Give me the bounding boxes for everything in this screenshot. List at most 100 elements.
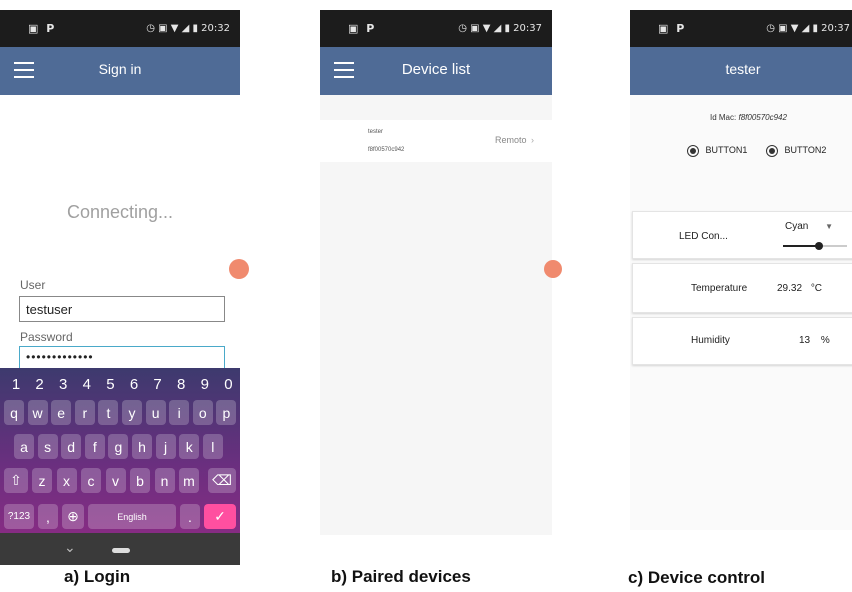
symbols-key[interactable]: ?123	[4, 504, 34, 529]
button1-radio[interactable]: BUTTON1	[687, 145, 747, 157]
device-list-screen: ▣ P ◷ ▣ ▼ ◢ ▮ 20:37 Device list tester f…	[320, 10, 562, 535]
temperature-value: 29.32	[777, 283, 803, 294]
letter-key-z[interactable]: z	[32, 468, 52, 493]
number-key-9[interactable]: 9	[193, 376, 217, 393]
device-list-item[interactable]: tester f8f00570c942 Remoto ›	[320, 120, 552, 162]
letter-key-d[interactable]: d	[61, 434, 82, 459]
letter-key-n[interactable]: n	[154, 468, 175, 493]
shift-key[interactable]: ⇧	[4, 468, 28, 493]
number-key-2[interactable]: 2	[28, 376, 52, 393]
enter-key[interactable]: ✓	[204, 504, 236, 529]
login-screen: ▣ P ◷ ▣ ▼ ◢ ▮ 20:32 Sign in Connecting..…	[0, 10, 249, 570]
letter-key-j[interactable]: j	[155, 434, 176, 459]
letter-key-t[interactable]: t	[98, 400, 119, 425]
remote-link[interactable]: Remoto ›	[495, 135, 534, 145]
number-key-4[interactable]: 4	[75, 376, 99, 393]
number-key-8[interactable]: 8	[169, 376, 193, 393]
button2-radio[interactable]: BUTTON2	[766, 145, 826, 157]
backspace-key[interactable]: ⌫	[208, 468, 236, 493]
password-label: Password	[20, 330, 73, 344]
led-slider[interactable]	[783, 242, 847, 250]
letter-key-r[interactable]: r	[74, 400, 95, 425]
user-field[interactable]: testuser	[19, 296, 225, 322]
number-key-6[interactable]: 6	[122, 376, 146, 393]
letter-key-q[interactable]: q	[4, 400, 24, 425]
temperature-reading: 29.32 °C	[777, 283, 822, 294]
led-color-select[interactable]: Cyan ▼	[785, 221, 833, 232]
mac-value: f8f00570c942	[738, 113, 787, 122]
humidity-unit: %	[820, 335, 830, 346]
soft-keyboard: 1234567890 qwertyuiop asdfghjkl zxcvbnm …	[0, 368, 240, 543]
letter-key-k[interactable]: k	[179, 434, 200, 459]
number-key-3[interactable]: 3	[51, 376, 75, 393]
humidity-reading: 13 %	[799, 335, 830, 346]
caption-login: a) Login	[64, 567, 131, 586]
comma-key[interactable]: ,	[38, 504, 58, 529]
humidity-value: 13	[799, 335, 811, 346]
app-bar: Sign in	[0, 47, 240, 95]
app-bar: Device list	[320, 47, 552, 95]
button1-label: BUTTON1	[705, 145, 748, 156]
letter-key-a[interactable]: a	[14, 434, 34, 459]
password-value: •••••••••••••	[26, 350, 94, 364]
status-right: ◷ ▣ ▼ ◢ ▮ 20:32	[146, 23, 230, 34]
letter-key-u[interactable]: u	[145, 400, 166, 425]
led-value: Cyan	[785, 221, 809, 232]
letter-key-c[interactable]: c	[81, 468, 101, 493]
letter-key-v[interactable]: v	[105, 468, 126, 493]
notification-icons: ▣ P	[28, 22, 57, 35]
home-pill[interactable]	[112, 548, 130, 553]
fab-peek[interactable]	[229, 259, 249, 279]
letter-key-b[interactable]: b	[130, 468, 150, 493]
caption-control: c) Device control	[628, 568, 765, 587]
device-name: tester	[368, 129, 384, 135]
letter-key-s[interactable]: s	[37, 434, 58, 459]
number-key-1[interactable]: 1	[4, 376, 28, 393]
letter-key-i[interactable]: i	[169, 400, 190, 425]
letter-key-l[interactable]: l	[202, 434, 223, 459]
number-key-5[interactable]: 5	[98, 376, 122, 393]
space-key[interactable]: English	[88, 504, 176, 529]
page-title: tester	[725, 61, 761, 77]
temperature-label: Temperature	[691, 283, 748, 294]
page-title: Device list	[401, 61, 471, 78]
period-key[interactable]: .	[180, 504, 200, 529]
dropdown-arrow-icon: ▼	[825, 222, 834, 231]
remote-label: Remoto	[494, 135, 527, 145]
letter-key-m[interactable]: m	[179, 468, 199, 493]
led-label: LED Con...	[679, 231, 728, 242]
back-icon[interactable]: ⌄	[64, 539, 76, 556]
button2-label: BUTTON2	[784, 145, 827, 156]
letter-key-h[interactable]: h	[132, 434, 152, 459]
letter-key-x[interactable]: x	[56, 468, 77, 493]
letter-key-e[interactable]: e	[51, 400, 72, 425]
user-value: testuser	[26, 302, 73, 317]
mac-label: Id Mac:	[710, 113, 737, 122]
slider-thumb[interactable]	[815, 242, 823, 250]
connecting-text: Connecting...	[66, 202, 174, 222]
fab-peek[interactable]	[544, 260, 562, 278]
radio-selected-icon	[766, 145, 778, 157]
mac-line: Id Mac: f8f00570c942	[710, 113, 787, 122]
letter-key-g[interactable]: g	[108, 434, 129, 459]
letter-key-p[interactable]: p	[216, 400, 237, 425]
letter-key-f[interactable]: f	[84, 434, 105, 459]
humidity-card: Humidity 13 %	[632, 317, 852, 365]
globe-key[interactable]: ⊕	[62, 504, 84, 529]
page-title: Sign in	[98, 61, 142, 77]
letter-key-w[interactable]: w	[27, 400, 48, 425]
temperature-card: Temperature 29.32 °C	[632, 263, 852, 313]
letter-key-y[interactable]: y	[122, 400, 142, 425]
status-bar: ▣ P ◷ ▣ ▼ ◢ ▮ 20:37	[320, 10, 552, 47]
chevron-right-icon: ›	[531, 135, 534, 145]
user-label: User	[20, 278, 46, 292]
number-key-0[interactable]: 0	[216, 376, 240, 393]
password-field[interactable]: •••••••••••••	[19, 346, 225, 370]
number-key-7[interactable]: 7	[146, 376, 170, 393]
notification-icons: ▣ P	[348, 22, 377, 35]
letter-key-o[interactable]: o	[192, 400, 213, 425]
notification-icons: ▣ P	[658, 22, 687, 35]
app-bar: tester	[630, 47, 852, 95]
led-card: LED Con... Cyan ▼	[632, 211, 852, 259]
humidity-label: Humidity	[691, 335, 730, 346]
